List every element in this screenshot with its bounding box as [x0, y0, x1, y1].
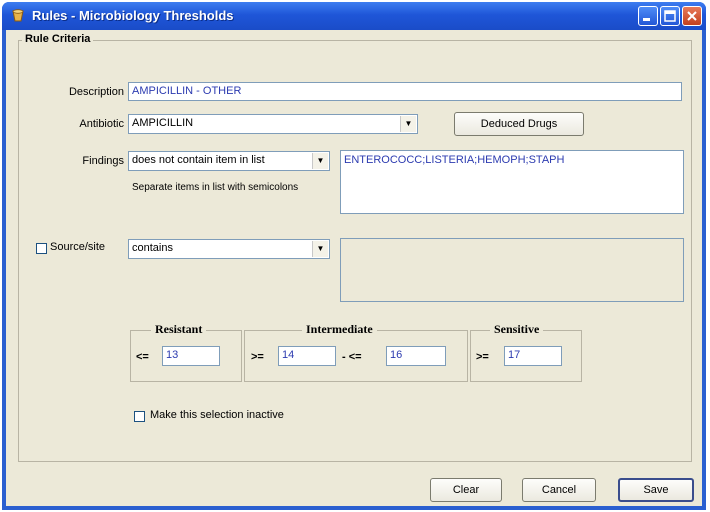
sensitive-legend: Sensitive: [490, 322, 544, 337]
rule-criteria-legend: Rule Criteria: [22, 33, 94, 45]
intermediate-legend: Intermediate: [302, 322, 377, 337]
minimize-button[interactable]: [638, 6, 658, 26]
antibiotic-value: AMPICILLIN: [132, 117, 194, 129]
findings-label: Findings: [82, 155, 124, 167]
findings-operator-value: does not contain item in list: [132, 154, 265, 166]
clear-button[interactable]: Clear: [430, 478, 502, 502]
maximize-button[interactable]: [660, 6, 680, 26]
description-label: Description: [68, 86, 124, 98]
cancel-button[interactable]: Cancel: [522, 478, 596, 502]
chevron-down-icon[interactable]: ▼: [312, 241, 328, 257]
sensitive-input[interactable]: 17: [504, 346, 562, 366]
resistant-legend: Resistant: [151, 322, 207, 337]
intermediate-max-operator: - <=: [342, 351, 362, 363]
source-operator-select[interactable]: contains ▼: [128, 239, 330, 259]
source-site-checkbox[interactable]: [36, 243, 47, 254]
window-title: Rules - Microbiology Thresholds: [32, 8, 234, 23]
antibiotic-label: Antibiotic: [79, 118, 124, 130]
findings-operator-select[interactable]: does not contain item in list ▼: [128, 151, 330, 171]
antibiotic-select[interactable]: AMPICILLIN ▼: [128, 114, 418, 134]
title-bar[interactable]: Rules - Microbiology Thresholds: [2, 2, 706, 30]
inactive-label: Make this selection inactive: [150, 409, 284, 421]
findings-items-textarea[interactable]: ENTEROCOCC;LISTERIA;HEMOPH;STAPH: [340, 150, 684, 214]
source-operator-value: contains: [132, 242, 173, 254]
save-button[interactable]: Save: [618, 478, 694, 502]
chevron-down-icon[interactable]: ▼: [312, 153, 328, 169]
findings-hint: Separate items in list with semicolons: [132, 182, 299, 193]
sensitive-operator: >=: [476, 351, 489, 363]
close-icon: [687, 11, 697, 21]
inactive-checkbox[interactable]: [134, 411, 145, 422]
rules-window: Rules - Microbiology Thresholds Rule Cri…: [2, 2, 706, 510]
minimize-icon: [643, 18, 650, 21]
source-items-textarea[interactable]: [340, 238, 684, 302]
intermediate-min-input[interactable]: 14: [278, 346, 336, 366]
app-icon: [12, 9, 24, 22]
resistant-operator: <=: [136, 351, 149, 363]
source-site-label: Source/site: [50, 241, 106, 253]
resistant-input[interactable]: 13: [162, 346, 220, 366]
description-input[interactable]: AMPICILLIN - OTHER: [128, 82, 682, 101]
close-button[interactable]: [682, 6, 702, 26]
intermediate-max-input[interactable]: 16: [386, 346, 446, 366]
dialog-client-area: Rule Criteria Description AMPICILLIN - O…: [6, 30, 702, 506]
deduced-drugs-button[interactable]: Deduced Drugs: [454, 112, 584, 136]
maximize-icon: [664, 10, 676, 22]
intermediate-min-operator: >=: [251, 351, 264, 363]
chevron-down-icon[interactable]: ▼: [400, 116, 416, 132]
